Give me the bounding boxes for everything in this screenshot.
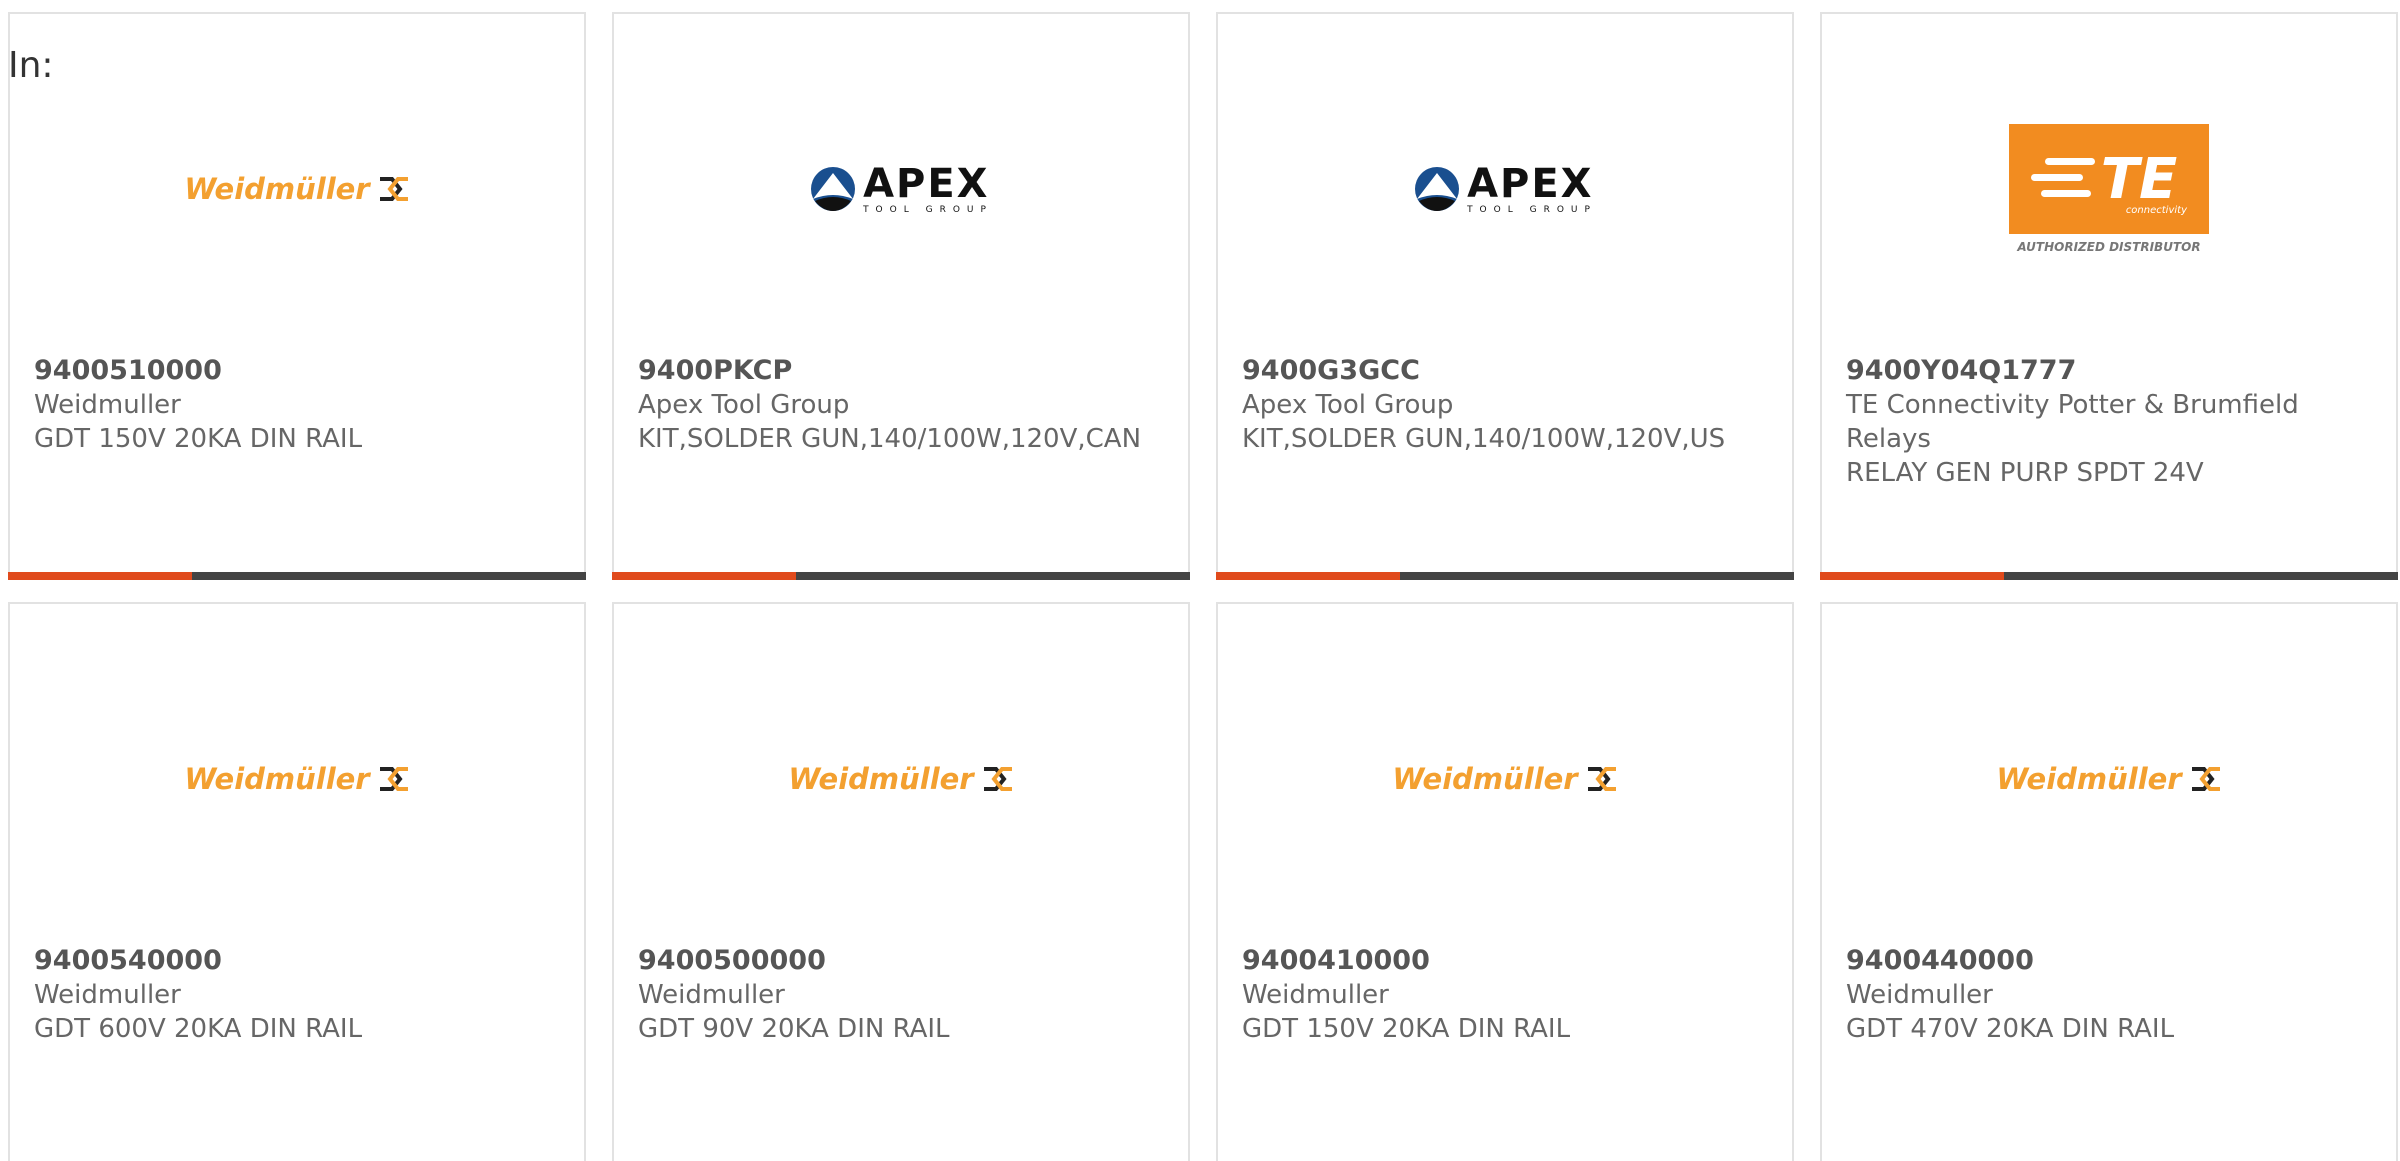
manufacturer-name: Weidmuller — [34, 980, 181, 1010]
weidmuller-logo: Weidmüller — [788, 762, 1013, 796]
card-accent-bar — [8, 572, 192, 580]
part-number[interactable]: 9400500000 — [638, 944, 1164, 978]
product-card[interactable]: TE connectivity AUTHORIZED DISTRIBUTOR 9… — [1820, 12, 2398, 580]
card-bottom-bar — [1820, 572, 2398, 580]
te-authorized-text: AUTHORIZED DISTRIBUTOR — [2017, 240, 2201, 254]
weidmuller-logo-text: Weidmüller — [1996, 762, 2182, 796]
manufacturer-logo: Weidmüller — [1218, 694, 1792, 864]
manufacturer-logo: Weidmüller — [614, 694, 1188, 864]
product-description: GDT 90V 20KA DIN RAIL — [638, 1014, 950, 1044]
card-accent-bar — [612, 572, 796, 580]
product-description: GDT 600V 20KA DIN RAIL — [34, 1014, 363, 1044]
te-logo-text: TE — [2100, 146, 2178, 212]
product-description: GDT 470V 20KA DIN RAIL — [1846, 1014, 2175, 1044]
product-card[interactable]: Weidmüller 9400410000 Weidmuller GDT 150… — [1216, 602, 1794, 1161]
weidmuller-mark-icon — [379, 177, 408, 201]
card-accent-bar — [1216, 572, 1400, 580]
card-bottom-bar — [1216, 572, 1794, 580]
part-number[interactable]: 9400Y04Q1777 — [1846, 354, 2372, 388]
product-description: KIT,SOLDER GUN,140/100W,120V,CAN — [638, 424, 1142, 454]
product-description: RELAY GEN PURP SPDT 24V — [1846, 458, 2204, 488]
product-results-page: In: Weidmüller 9400510000 Weidmuller GDT… — [0, 0, 2400, 1161]
weidmuller-logo: Weidmüller — [184, 172, 409, 206]
manufacturer-name: Weidmuller — [638, 980, 785, 1010]
manufacturer-logo: Weidmüller — [1822, 694, 2396, 864]
apex-logo-subtext: TOOL GROUP — [1467, 204, 1597, 215]
product-info: 9400410000 Weidmuller GDT 150V 20KA DIN … — [1242, 944, 1768, 1046]
manufacturer-logo: Weidmüller — [10, 104, 584, 274]
product-description: GDT 150V 20KA DIN RAIL — [34, 424, 363, 454]
weidmuller-logo: Weidmüller — [1392, 762, 1617, 796]
apex-mountain-icon — [811, 167, 856, 211]
apex-logo: APEX TOOL GROUP — [809, 164, 993, 215]
manufacturer-logo: APEX TOOL GROUP — [1218, 104, 1792, 274]
part-number[interactable]: 9400540000 — [34, 944, 560, 978]
weidmuller-mark-icon — [379, 767, 408, 791]
product-description: KIT,SOLDER GUN,140/100W,120V,US — [1242, 424, 1726, 454]
card-accent-bar — [1820, 572, 2004, 580]
manufacturer-logo: Weidmüller — [10, 694, 584, 864]
weidmuller-mark-icon — [983, 767, 1012, 791]
manufacturer-name: Weidmuller — [34, 390, 181, 420]
apex-logo: APEX TOOL GROUP — [1413, 164, 1597, 215]
te-stripes-icon — [2031, 158, 2095, 197]
te-logo: TE connectivity AUTHORIZED DISTRIBUTOR — [2009, 124, 2209, 254]
weidmuller-logo-text: Weidmüller — [788, 762, 974, 796]
apex-logo-subtext: TOOL GROUP — [863, 204, 993, 215]
in-label: In: — [8, 45, 54, 86]
manufacturer-name: Apex Tool Group — [1242, 390, 1454, 420]
product-info: 9400PKCP Apex Tool Group KIT,SOLDER GUN,… — [638, 354, 1164, 456]
product-info: 9400G3GCC Apex Tool Group KIT,SOLDER GUN… — [1242, 354, 1768, 456]
apex-logo-text: APEX — [1467, 160, 1594, 207]
product-description: GDT 150V 20KA DIN RAIL — [1242, 1014, 1571, 1044]
product-card[interactable]: Weidmüller 9400500000 Weidmuller GDT 90V… — [612, 602, 1190, 1161]
part-number[interactable]: 9400510000 — [34, 354, 560, 388]
weidmuller-mark-icon — [2191, 767, 2220, 791]
part-number[interactable]: 9400PKCP — [638, 354, 1164, 388]
part-number[interactable]: 9400410000 — [1242, 944, 1768, 978]
apex-logo-text: APEX — [863, 160, 990, 207]
product-info: 9400Y04Q1777 TE Connectivity Potter & Br… — [1846, 354, 2372, 490]
part-number[interactable]: 9400G3GCC — [1242, 354, 1768, 388]
product-card[interactable]: APEX TOOL GROUP 9400G3GCC Apex Tool Grou… — [1216, 12, 1794, 580]
product-info: 9400500000 Weidmuller GDT 90V 20KA DIN R… — [638, 944, 1164, 1046]
manufacturer-name: Weidmuller — [1242, 980, 1389, 1010]
te-logo-box: TE connectivity — [2009, 124, 2209, 234]
weidmuller-mark-icon — [1587, 767, 1616, 791]
product-info: 9400440000 Weidmuller GDT 470V 20KA DIN … — [1846, 944, 2372, 1046]
weidmuller-logo: Weidmüller — [184, 762, 409, 796]
weidmuller-logo-text: Weidmüller — [184, 762, 370, 796]
manufacturer-name: TE Connectivity Potter & Brumfield Relay… — [1846, 390, 2299, 454]
part-number[interactable]: 9400440000 — [1846, 944, 2372, 978]
weidmuller-logo-text: Weidmüller — [1392, 762, 1578, 796]
product-card[interactable]: Weidmüller 9400510000 Weidmuller GDT 150… — [8, 12, 586, 580]
weidmuller-logo-text: Weidmüller — [184, 172, 370, 206]
manufacturer-logo: TE connectivity AUTHORIZED DISTRIBUTOR — [1822, 104, 2396, 274]
card-bottom-bar — [612, 572, 1190, 580]
product-card[interactable]: Weidmüller 9400440000 Weidmuller GDT 470… — [1820, 602, 2398, 1161]
product-info: 9400540000 Weidmuller GDT 600V 20KA DIN … — [34, 944, 560, 1046]
product-card[interactable]: APEX TOOL GROUP 9400PKCP Apex Tool Group… — [612, 12, 1190, 580]
manufacturer-name: Apex Tool Group — [638, 390, 850, 420]
card-bottom-bar — [8, 572, 586, 580]
te-logo-subtext: connectivity — [2125, 205, 2187, 216]
product-card[interactable]: Weidmüller 9400540000 Weidmuller GDT 600… — [8, 602, 586, 1161]
weidmuller-logo: Weidmüller — [1996, 762, 2221, 796]
manufacturer-name: Weidmuller — [1846, 980, 1993, 1010]
product-info: 9400510000 Weidmuller GDT 150V 20KA DIN … — [34, 354, 560, 456]
manufacturer-logo: APEX TOOL GROUP — [614, 104, 1188, 274]
apex-mountain-icon — [1415, 167, 1460, 211]
